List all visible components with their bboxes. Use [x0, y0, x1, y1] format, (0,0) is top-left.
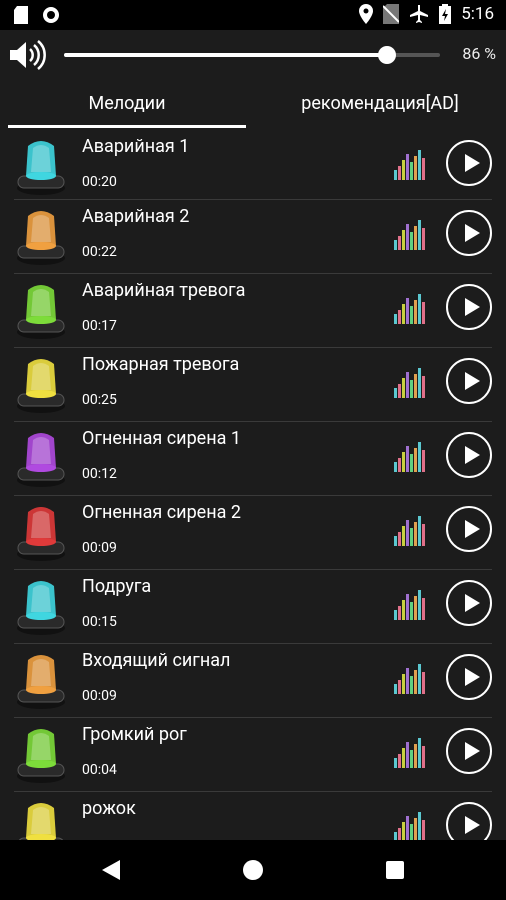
list-item[interactable]: Подруга 00:15	[0, 570, 506, 644]
battery-charging-icon	[439, 4, 452, 24]
siren-icon	[17, 433, 65, 487]
volume-slider-thumb[interactable]	[378, 46, 397, 64]
ringtone-title: Огненная сирена 1	[82, 428, 241, 449]
list-item[interactable]: Аварийная тревога 00:17	[0, 274, 506, 348]
ringtone-duration: 00:17	[82, 318, 117, 334]
speaker-icon[interactable]	[8, 39, 46, 71]
volume-slider-fill	[64, 53, 388, 57]
list-item[interactable]: Аварийная 1 00:20	[0, 130, 506, 200]
play-button[interactable]	[446, 506, 492, 552]
airplane-icon	[410, 5, 429, 23]
recents-icon[interactable]	[386, 861, 404, 879]
list-item[interactable]: Огненная сирена 2 00:09	[0, 496, 506, 570]
volume-bar: 86 %	[0, 30, 506, 80]
ringtone-title: рожок	[82, 798, 136, 819]
play-button[interactable]	[446, 580, 492, 626]
list-item[interactable]: Аварийная 2 00:22	[0, 200, 506, 274]
circle-icon	[43, 7, 59, 23]
equalizer-icon	[394, 812, 425, 840]
volume-value: 86 %	[462, 44, 496, 63]
list-item[interactable]: Пожарная тревога 00:25	[0, 348, 506, 422]
ringtone-title: Входящий сигнал	[82, 650, 231, 671]
siren-icon	[17, 141, 65, 195]
siren-icon	[17, 507, 65, 561]
ringtone-title: Пожарная тревога	[82, 354, 240, 375]
tab-recommendation-ad[interactable]: рекомендация[AD]	[260, 80, 500, 128]
siren-icon	[17, 359, 65, 413]
location-icon	[359, 4, 374, 24]
equalizer-icon	[394, 442, 425, 472]
ringtone-duration: 00:12	[82, 466, 117, 482]
navigation-bar	[0, 840, 506, 900]
ringtone-duration: 00:09	[82, 688, 117, 704]
list-item[interactable]: рожок	[0, 792, 506, 840]
play-button[interactable]	[446, 728, 492, 774]
play-button[interactable]	[446, 358, 492, 404]
ringtone-list: Аварийная 1 00:20 Аварийная 2 00:22 Авар…	[0, 130, 506, 840]
siren-icon	[17, 581, 65, 635]
no-sim-icon	[383, 4, 400, 24]
equalizer-icon	[394, 294, 425, 324]
status-bar: 5:16	[0, 0, 506, 30]
sd-card-icon	[14, 6, 28, 24]
volume-slider[interactable]	[64, 46, 440, 64]
ringtone-title: Подруга	[82, 576, 152, 597]
ringtone-duration: 00:20	[82, 174, 117, 190]
ringtone-duration: 00:04	[82, 762, 117, 778]
play-button[interactable]	[446, 802, 492, 840]
play-button[interactable]	[446, 210, 492, 256]
play-button[interactable]	[446, 284, 492, 330]
ringtone-title: Огненная сирена 2	[82, 502, 241, 523]
ringtone-title: Аварийная тревога	[82, 280, 246, 301]
equalizer-icon	[394, 590, 425, 620]
ringtone-title: Аварийная 1	[82, 136, 190, 157]
equalizer-icon	[394, 220, 425, 250]
home-icon[interactable]	[243, 860, 263, 880]
siren-icon	[17, 729, 65, 783]
list-item[interactable]: Входящий сигнал 00:09	[0, 644, 506, 718]
equalizer-icon	[394, 516, 425, 546]
siren-icon	[17, 285, 65, 339]
tab-melodies[interactable]: Мелодии	[8, 80, 246, 128]
back-icon[interactable]	[102, 860, 120, 880]
equalizer-icon	[394, 150, 425, 180]
tab-indicator	[8, 125, 246, 128]
siren-icon	[17, 655, 65, 709]
ringtone-title: Аварийная 2	[82, 206, 190, 227]
equalizer-icon	[394, 738, 425, 768]
equalizer-icon	[394, 664, 425, 694]
play-button[interactable]	[446, 654, 492, 700]
play-button[interactable]	[446, 432, 492, 478]
list-item[interactable]: Громкий рог 00:04	[0, 718, 506, 792]
ringtone-duration: 00:25	[82, 392, 117, 408]
siren-icon	[17, 211, 65, 265]
list-item[interactable]: Огненная сирена 1 00:12	[0, 422, 506, 496]
tab-bar: Мелодии рекомендация[AD]	[0, 80, 506, 130]
siren-icon	[18, 803, 64, 840]
play-button[interactable]	[446, 140, 492, 186]
ringtone-duration: 00:15	[82, 614, 117, 630]
equalizer-icon	[394, 368, 425, 398]
clock: 5:16	[461, 4, 494, 24]
ringtone-title: Громкий рог	[82, 724, 187, 745]
ringtone-duration: 00:22	[82, 244, 117, 260]
ringtone-duration: 00:09	[82, 540, 117, 556]
